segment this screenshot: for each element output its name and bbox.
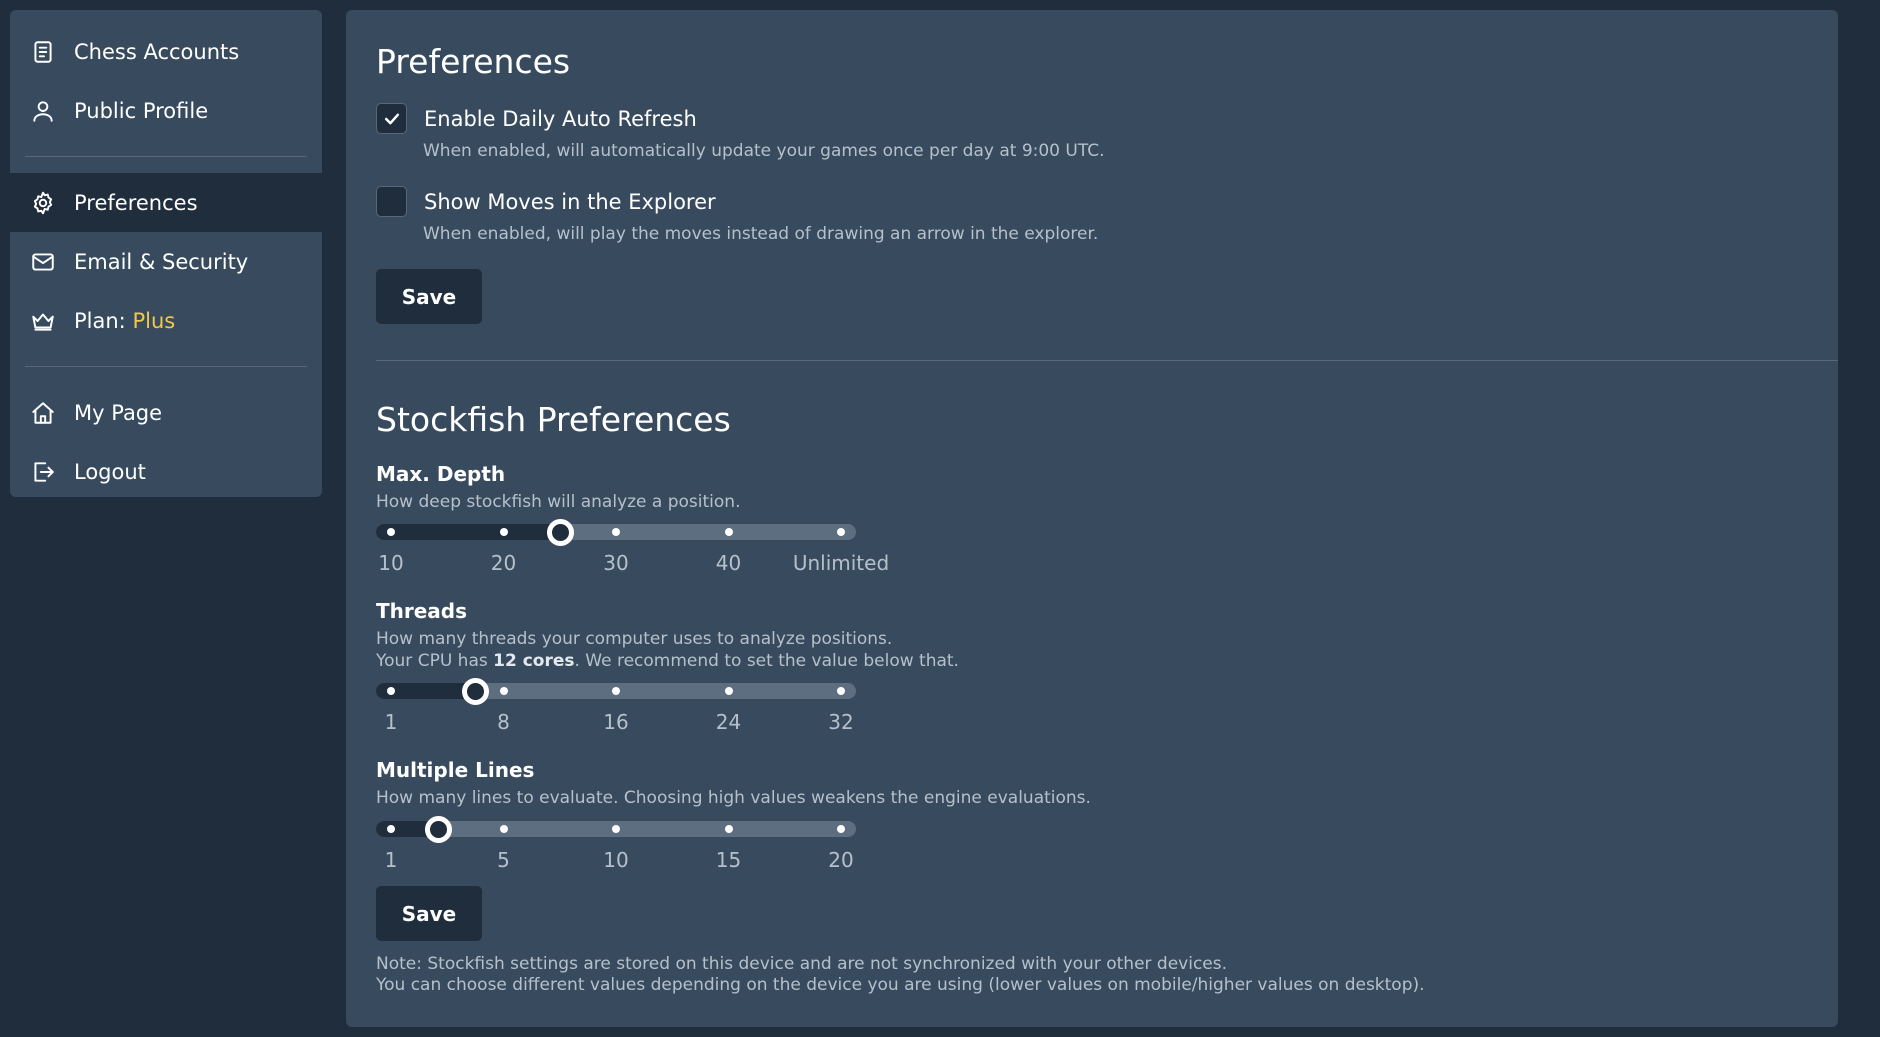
sidebar: Chess Accounts Public Profile Preference… <box>10 10 322 497</box>
user-icon <box>30 98 74 124</box>
sidebar-item-label: Logout <box>74 459 146 484</box>
slider-tick-label: 16 <box>603 710 629 734</box>
threads-help-text: . We recommend to set the value below th… <box>574 651 959 671</box>
sidebar-item-label: My Page <box>74 400 163 425</box>
slider-tick-label: 32 <box>828 710 854 734</box>
slider-tick-label: Unlimited <box>792 551 890 575</box>
slider-step-dot[interactable] <box>724 687 733 695</box>
sidebar-item-label: Email & Security <box>74 249 249 274</box>
lines-label: Multiple Lines <box>376 758 535 782</box>
lines-ticks: 1 5 10 15 20 <box>376 848 896 872</box>
sidebar-item-logout[interactable]: Logout <box>10 442 322 501</box>
mail-icon <box>30 249 74 275</box>
gear-icon <box>30 190 74 216</box>
slider-step-dot[interactable] <box>837 825 845 833</box>
slider-tick-label: 1 <box>384 710 398 734</box>
sidebar-item-label: Public Profile <box>74 98 209 123</box>
sidebar-divider <box>25 366 307 367</box>
slider-tick-label: 1 <box>384 848 398 872</box>
slider-tick-label: 5 <box>497 848 510 872</box>
slider-tick-label: 20 <box>490 551 517 575</box>
auto-refresh-checkbox[interactable] <box>376 103 407 134</box>
note-line: You can choose different values dependin… <box>376 975 1425 995</box>
slider-tick-label: 30 <box>603 551 629 575</box>
auto-refresh-row[interactable]: Enable Daily Auto Refresh <box>376 103 697 134</box>
threads-ticks: 1 8 16 24 32 <box>376 710 896 734</box>
show-moves-row[interactable]: Show Moves in the Explorer <box>376 186 716 217</box>
threads-help-text: Your CPU has <box>376 651 494 671</box>
slider-tick-label: 15 <box>715 848 742 872</box>
home-icon <box>30 400 74 426</box>
threads-slider[interactable] <box>376 678 856 705</box>
stockfish-note: Note: Stockfish settings are stored on t… <box>376 954 1425 996</box>
sidebar-item-my-page[interactable]: My Page <box>10 383 322 442</box>
slider-tick-label: 10 <box>603 848 629 872</box>
slider-handle[interactable] <box>462 678 490 705</box>
slider-tick-label: 24 <box>715 710 742 734</box>
slider-step-dot[interactable] <box>837 528 845 536</box>
main-panel: Preferences Enable Daily Auto Refresh Wh… <box>346 10 1838 1027</box>
slider-handle[interactable] <box>546 519 574 546</box>
sidebar-item-label: Preferences <box>74 190 198 215</box>
slider-step-dot[interactable] <box>612 687 620 695</box>
threads-help-line1: How many threads your computer uses to a… <box>376 629 893 649</box>
slider-tick-label: 20 <box>828 848 854 872</box>
depth-help: How deep stockfish will analyze a positi… <box>376 492 741 512</box>
plan-badge: Plus <box>132 308 176 333</box>
stockfish-title: Stockfish Preferences <box>376 400 731 439</box>
slider-step-dot[interactable] <box>837 687 845 695</box>
sidebar-item-email-security[interactable]: Email & Security <box>10 232 322 291</box>
depth-ticks: 10 20 30 40 Unlimited <box>376 551 896 575</box>
sidebar-item-label: Chess Accounts <box>74 39 240 64</box>
slider-step-dot[interactable] <box>724 825 733 833</box>
depth-label: Max. Depth <box>376 462 506 486</box>
slider-step-dot[interactable] <box>724 528 733 536</box>
page-title: Preferences <box>376 42 571 81</box>
slider-step-dot[interactable] <box>499 528 508 536</box>
slider-step-dot[interactable] <box>387 825 395 833</box>
sidebar-item-plan[interactable]: Plan: Plus <box>10 291 322 350</box>
sidebar-divider <box>25 156 307 157</box>
sidebar-item-public-profile[interactable]: Public Profile <box>10 81 322 140</box>
section-divider <box>376 360 1838 361</box>
threads-label: Threads <box>376 599 468 623</box>
slider-step-dot[interactable] <box>387 528 395 536</box>
slider-tick-label: 10 <box>378 551 404 575</box>
document-icon <box>30 39 74 65</box>
note-line: Note: Stockfish settings are stored on t… <box>376 954 1228 974</box>
slider-step-dot[interactable] <box>499 825 508 833</box>
sidebar-item-preferences[interactable]: Preferences <box>10 173 322 232</box>
save-preferences-button[interactable]: Save <box>376 269 482 324</box>
slider-fill <box>376 524 560 540</box>
sidebar-item-chess-accounts[interactable]: Chess Accounts <box>10 22 322 81</box>
logout-icon <box>30 459 74 485</box>
threads-help-line2: Your CPU has 12 cores. We recommend to s… <box>376 651 959 671</box>
slider-tick-label: 8 <box>497 710 510 734</box>
show-moves-label[interactable]: Show Moves in the Explorer <box>424 190 716 214</box>
slider-step-dot[interactable] <box>499 687 508 695</box>
slider-step-dot[interactable] <box>387 687 395 695</box>
lines-help: How many lines to evaluate. Choosing hig… <box>376 788 1091 808</box>
lines-slider[interactable] <box>376 816 856 843</box>
depth-slider[interactable] <box>376 519 856 546</box>
slider-step-dot[interactable] <box>612 825 620 833</box>
show-moves-help: When enabled, will play the moves instea… <box>423 224 1099 244</box>
slider-step-dot[interactable] <box>612 528 620 536</box>
cpu-cores-count: 12 cores <box>493 651 575 671</box>
auto-refresh-label[interactable]: Enable Daily Auto Refresh <box>424 107 697 131</box>
slider-handle[interactable] <box>425 816 453 843</box>
crown-icon <box>30 308 74 334</box>
slider-tick-label: 40 <box>715 551 742 575</box>
auto-refresh-help: When enabled, will automatically update … <box>423 141 1105 161</box>
save-stockfish-button[interactable]: Save <box>376 886 482 941</box>
show-moves-checkbox[interactable] <box>376 186 407 217</box>
sidebar-item-label: Plan: <box>74 308 126 333</box>
check-icon <box>384 113 399 124</box>
